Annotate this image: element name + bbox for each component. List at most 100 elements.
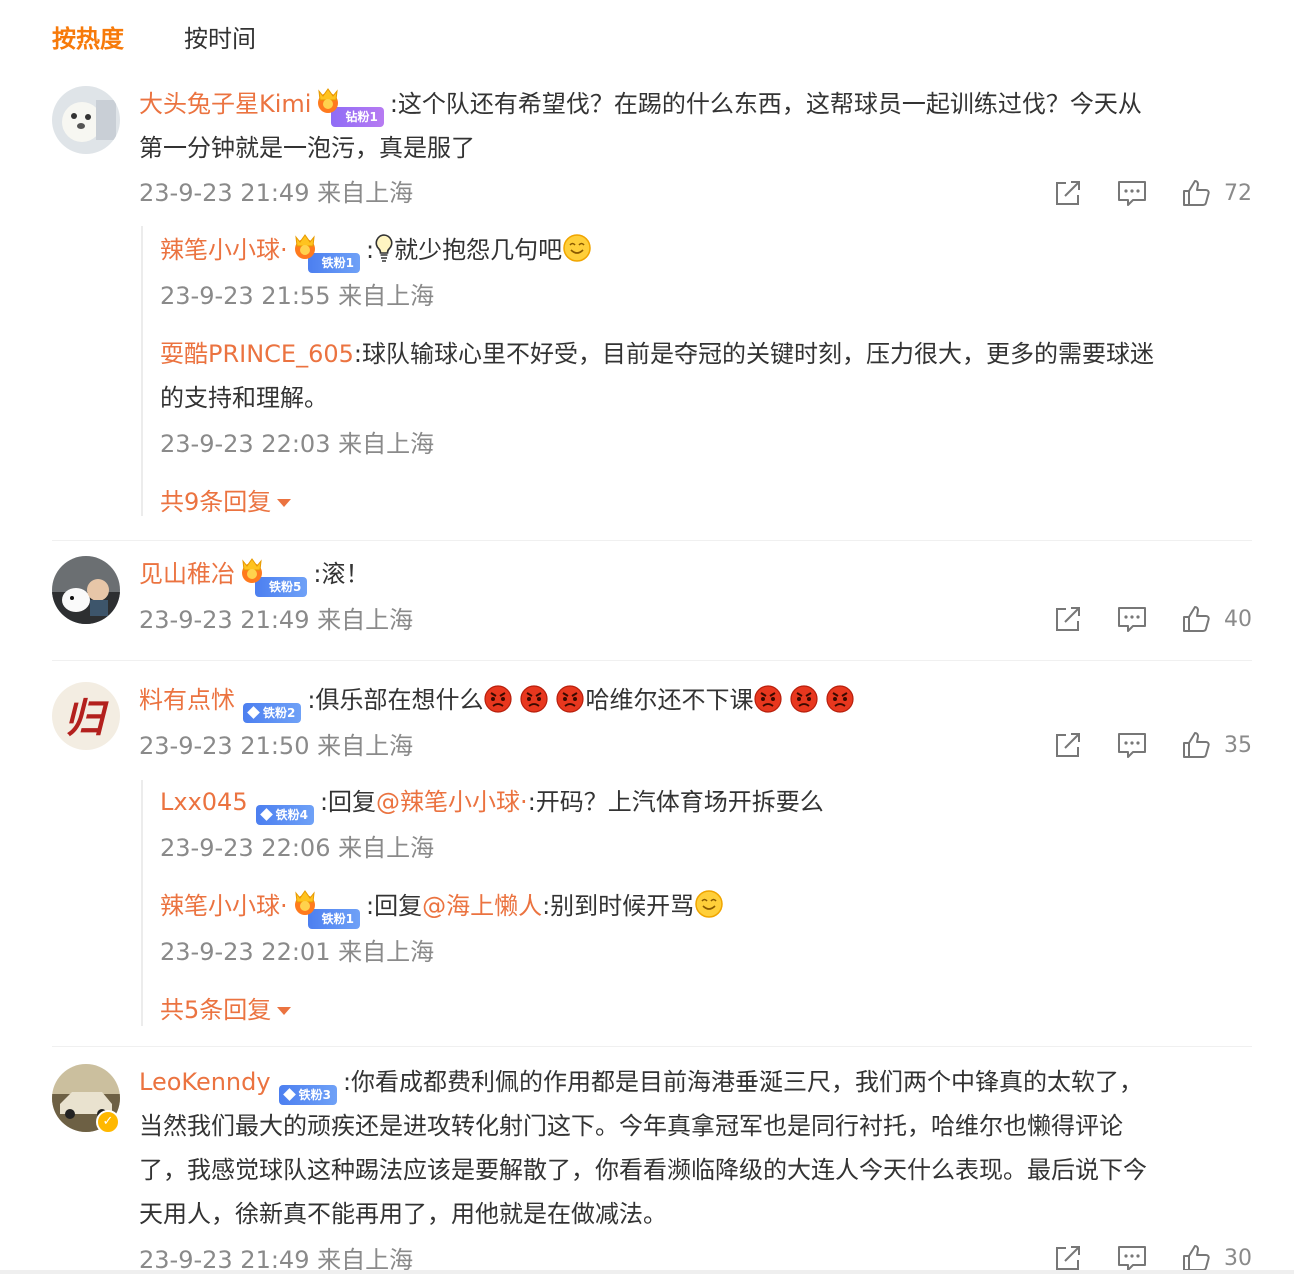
divider xyxy=(52,1046,1252,1047)
username[interactable]: LeoKenndy xyxy=(139,1068,271,1096)
sort-by-time-tab[interactable]: 按时间 xyxy=(184,19,256,54)
expand-replies-button[interactable]: 共5条回复 xyxy=(160,994,292,1026)
comment-content-cont: 当然我们最大的顽疾还是进攻转化射门这下。今年真拿冠军也是同行衬托，哈维尔也懒得评… xyxy=(139,1112,1123,1140)
comment-meta: 23-9-23 21:49 来自上海 xyxy=(139,179,414,207)
comment-text: 见山稚冶 铁粉5:滚！ xyxy=(139,552,1249,597)
like-button[interactable]: 40 xyxy=(1180,602,1252,636)
comment-icon xyxy=(1116,603,1148,635)
comment-actions: 35 xyxy=(1052,728,1262,762)
verified-icon: ✓ xyxy=(96,1110,120,1134)
fan-badge[interactable]: 铁粉4 xyxy=(255,789,314,825)
comment-actions: 40 xyxy=(1052,602,1262,636)
share-button[interactable] xyxy=(1052,728,1084,762)
avatar[interactable] xyxy=(52,86,120,154)
share-icon xyxy=(1052,729,1084,761)
reply-colon: : xyxy=(366,236,375,264)
username[interactable]: 料有点怵 xyxy=(139,686,235,714)
reply-item: 耍酷PRINCE_605:球队输球心里不好受，目前是夺冠的关键时刻，压力很大，更… xyxy=(160,332,1250,420)
fan-badge[interactable]: 铁粉3 xyxy=(278,1069,337,1105)
avatar[interactable]: 归 xyxy=(52,682,120,750)
comment-text: 料有点怵 铁粉2:俱乐部在想什么 哈维尔还不下课 xyxy=(139,678,1249,723)
crown-icon xyxy=(292,233,318,261)
like-count: 35 xyxy=(1224,732,1252,758)
comment-content: :这个队还有希望伐？在踢的什么东西，这帮球员一起训练过伐？今天从 xyxy=(389,90,1142,118)
fan-badge-label: 铁粉3 xyxy=(278,1085,337,1105)
reply-thread: 辣笔小小球· 铁粉1: 就少抱怨几句吧 23-9-23 21:55 来自上海 耍酷P… xyxy=(141,226,1251,516)
fan-badge[interactable]: 铁粉1 xyxy=(296,893,360,929)
reply-username[interactable]: 辣笔小小球· xyxy=(160,892,288,920)
reply-item: Lxx045 铁粉4:回复@辣笔小小球·:开码？上汽体育场开拆要么 xyxy=(160,780,1250,825)
mention-link[interactable]: @海上懒人 xyxy=(422,892,542,920)
comment-text: 大头兔子星Kimi 钻粉1:这个队还有希望伐？在踢的什么东西，这帮球员一起训练过伐… xyxy=(139,82,1249,170)
reply-meta: 23-9-23 22:01 来自上海 xyxy=(160,938,435,966)
like-icon xyxy=(1180,177,1212,209)
reply-username[interactable]: 辣笔小小球· xyxy=(160,236,288,264)
comment-icon xyxy=(1116,177,1148,209)
sort-tabs: 按热度 按时间 xyxy=(52,16,256,56)
comment-content: :滚！ xyxy=(313,560,370,588)
fan-badge[interactable]: 钻粉1 xyxy=(319,91,384,127)
like-icon xyxy=(1180,603,1212,635)
comment-content: :你看成都费利佩的作用都是目前海港垂涎三尺，我们两个中锋真的太软了， xyxy=(342,1068,1144,1096)
crown-icon xyxy=(239,557,265,585)
like-button[interactable]: 35 xyxy=(1180,728,1252,762)
expand-replies-label: 共9条回复 xyxy=(160,488,272,516)
reply-username[interactable]: Lxx045 xyxy=(160,788,248,816)
divider xyxy=(52,540,1252,541)
like-count: 40 xyxy=(1224,606,1252,632)
comment-content-cont: 天用人，徐新真不能再用了，用他就是在做减法。 xyxy=(139,1200,667,1228)
smile-emoji xyxy=(694,889,724,919)
comment-icon xyxy=(1116,729,1148,761)
fan-badge[interactable]: 铁粉5 xyxy=(243,561,308,597)
username[interactable]: 见山稚冶 xyxy=(139,560,235,588)
reply-button[interactable] xyxy=(1116,176,1148,210)
reply-meta: 23-9-23 22:06 来自上海 xyxy=(160,834,435,862)
share-icon xyxy=(1052,603,1084,635)
reply-item: 辣笔小小球· 铁粉1: 就少抱怨几句吧 xyxy=(160,228,1250,273)
fan-badge[interactable]: 铁粉1 xyxy=(296,237,360,273)
reply-prefix: :回复 xyxy=(319,788,377,816)
expand-replies-button[interactable]: 共9条回复 xyxy=(160,486,292,518)
like-button[interactable]: 72 xyxy=(1180,176,1252,210)
bulb-emoji xyxy=(374,233,394,263)
reply-content: 就少抱怨几句吧 xyxy=(394,236,563,264)
angry-emoji xyxy=(825,683,855,713)
caret-down-icon xyxy=(277,499,292,507)
comment-text: LeoKenndy 铁粉3:你看成都费利佩的作用都是目前海港垂涎三尺，我们两个中锋… xyxy=(139,1060,1249,1236)
like-icon xyxy=(1180,729,1212,761)
share-button[interactable] xyxy=(1052,602,1084,636)
angry-emoji xyxy=(753,683,783,713)
mention-link[interactable]: @辣笔小小球· xyxy=(376,788,528,816)
reply-content: :开码？上汽体育场开拆要么 xyxy=(527,788,824,816)
reply-content-cont: 的支持和理解。 xyxy=(160,384,328,412)
expand-replies-label: 共5条回复 xyxy=(160,996,272,1024)
comment-meta: 23-9-23 21:49 来自上海 xyxy=(139,606,414,634)
reply-thread: Lxx045 铁粉4:回复@辣笔小小球·:开码？上汽体育场开拆要么 23-9-23… xyxy=(141,780,1251,1026)
comment-meta: 23-9-23 21:50 来自上海 xyxy=(139,732,414,760)
crown-icon xyxy=(315,87,341,115)
reply-content: :别到时候开骂 xyxy=(542,892,695,920)
comment-actions: 72 xyxy=(1052,176,1262,210)
angry-emoji xyxy=(555,683,585,713)
reply-username[interactable]: 耍酷PRINCE_605 xyxy=(160,340,354,368)
reply-button[interactable] xyxy=(1116,602,1148,636)
username[interactable]: 大头兔子星Kimi xyxy=(139,90,311,118)
fan-badge[interactable]: 铁粉2 xyxy=(243,687,302,723)
angry-emoji xyxy=(483,683,513,713)
avatar[interactable] xyxy=(52,556,120,624)
share-icon xyxy=(1052,177,1084,209)
reply-button[interactable] xyxy=(1116,728,1148,762)
caret-down-icon xyxy=(277,1007,292,1015)
fan-badge-label: 铁粉2 xyxy=(243,703,302,723)
page-edge xyxy=(0,1270,1294,1274)
share-button[interactable] xyxy=(1052,176,1084,210)
reply-meta: 23-9-23 22:03 来自上海 xyxy=(160,430,435,458)
comment-content: :俱乐部在想什么 xyxy=(307,686,484,714)
comment-content-cont: 哈维尔还不下课 xyxy=(585,686,754,714)
sort-by-hot-tab[interactable]: 按热度 xyxy=(52,19,124,54)
reply-item: 辣笔小小球· 铁粉1:回复@海上懒人:别到时候开骂 xyxy=(160,884,1250,929)
reply-prefix: :回复 xyxy=(366,892,423,920)
svg-text:归: 归 xyxy=(64,695,109,742)
like-count: 72 xyxy=(1224,180,1252,206)
comment-content-cont: 了，我感觉球队这种踢法应该是要解散了，你看看濒临降级的大连人今天什么表现。最后说… xyxy=(139,1156,1147,1184)
